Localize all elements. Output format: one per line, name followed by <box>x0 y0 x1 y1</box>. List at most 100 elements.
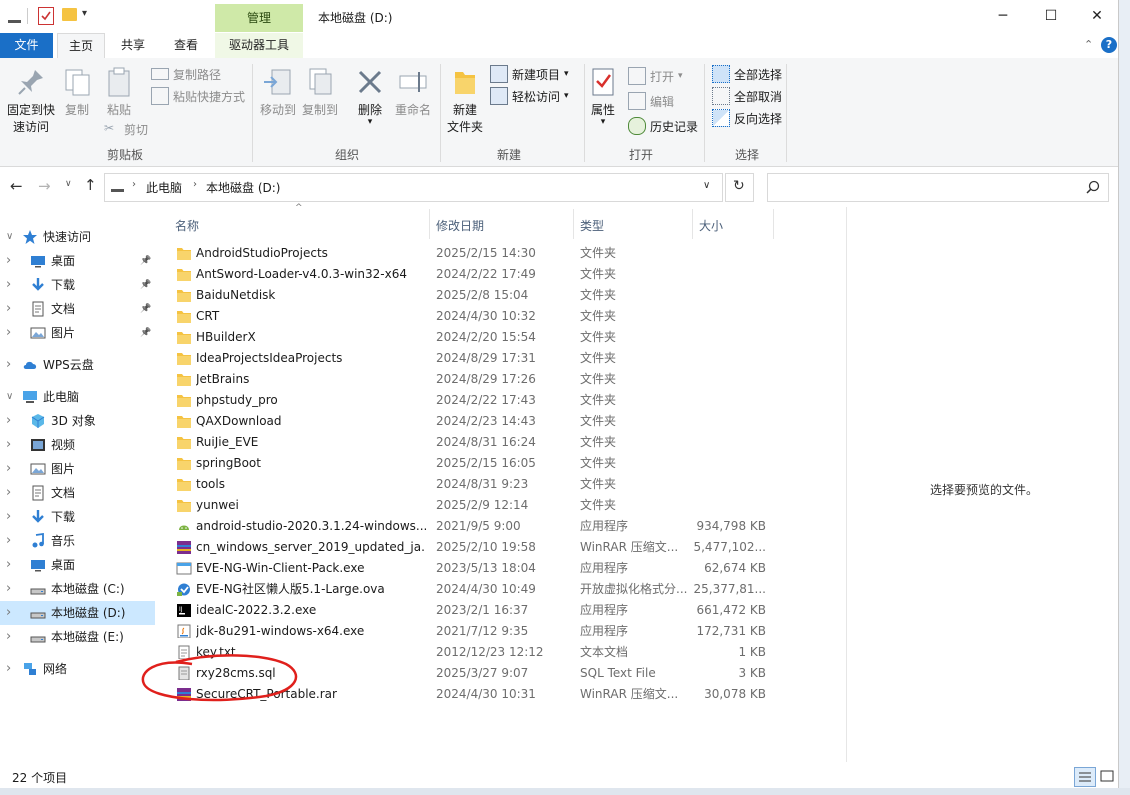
file-row[interactable]: jdk-8u291-windows-x64.exe 2021/7/12 9:35 应… <box>172 621 772 642</box>
properties-button[interactable]: 属性 ▾ <box>588 66 618 127</box>
file-row[interactable]: EVE-NG-Win-Client-Pack.exe 2023/5/13 18:0… <box>172 558 772 579</box>
breadcrumb-this-pc[interactable]: 此电脑 <box>146 179 182 196</box>
forward-arrow-icon[interactable]: → <box>38 177 51 195</box>
minimize-button[interactable]: ─ <box>980 0 1026 32</box>
nav-item[interactable]: › 音乐 <box>0 529 155 553</box>
file-row[interactable]: AntSword-Loader-v4.0.3-win32-x64 2024/2/2… <box>172 264 772 285</box>
file-row[interactable]: IJ idealC-2022.3.2.exe 2023/2/1 16:37 应用程序 6… <box>172 600 772 621</box>
qat-dropdown-icon[interactable]: ▾ <box>82 8 87 19</box>
search-box[interactable] <box>767 173 1109 202</box>
copy-to-button[interactable]: 复制到 <box>300 66 340 118</box>
chevron-right-icon[interactable]: › <box>6 321 11 345</box>
column-size[interactable]: 大小 <box>699 217 723 234</box>
chevron-right-icon[interactable]: › <box>6 657 11 681</box>
invert-selection-button[interactable]: 反向选择 <box>712 108 782 128</box>
divider[interactable] <box>773 209 774 239</box>
back-arrow-icon[interactable]: ← <box>10 177 23 195</box>
details-view-button[interactable] <box>1074 767 1096 787</box>
nav-item[interactable]: › 下载 📌 <box>0 273 155 297</box>
rename-button[interactable]: 重命名 <box>392 66 434 118</box>
tab-home[interactable]: 主页 <box>57 33 105 59</box>
copy-button[interactable]: 复制 <box>62 66 92 118</box>
nav-item[interactable]: › 桌面 <box>0 553 155 577</box>
nav-item[interactable]: › 图片 📌 <box>0 321 155 345</box>
chevron-right-icon[interactable]: › <box>6 481 11 505</box>
nav-item[interactable]: ∨ 此电脑 <box>0 385 155 409</box>
file-row[interactable]: JetBrains 2024/8/29 17:26 文件夹 <box>172 369 772 390</box>
divider[interactable] <box>429 209 430 239</box>
nav-item[interactable]: › 视频 <box>0 433 155 457</box>
file-row[interactable]: yunwei 2025/2/9 12:14 文件夹 <box>172 495 772 516</box>
file-row[interactable]: QAXDownload 2024/2/23 14:43 文件夹 <box>172 411 772 432</box>
column-type[interactable]: 类型 <box>580 217 604 234</box>
chevron-right-icon[interactable]: › <box>6 577 11 601</box>
chevron-right-icon[interactable]: › <box>6 433 11 457</box>
file-row[interactable]: phpstudy_pro 2024/2/22 17:43 文件夹 <box>172 390 772 411</box>
chevron-down-icon[interactable]: ∨ <box>6 225 13 249</box>
file-row[interactable]: EVE-NG社区懒人版5.1-Large.ova 2024/4/30 10:49 开… <box>172 579 772 600</box>
chevron-right-icon[interactable]: › <box>6 249 11 273</box>
divider[interactable] <box>573 209 574 239</box>
nav-item[interactable]: › 图片 <box>0 457 155 481</box>
chevron-right-icon[interactable]: › <box>6 353 11 377</box>
chevron-right-icon[interactable]: › <box>6 625 11 649</box>
file-row[interactable]: cn_windows_server_2019_updated_ja... 2025… <box>172 537 772 558</box>
chevron-right-icon[interactable]: › <box>6 505 11 529</box>
search-input[interactable] <box>772 177 1076 198</box>
chevron-right-icon[interactable]: › <box>6 273 11 297</box>
collapse-ribbon-icon[interactable]: ⌃ <box>1084 38 1093 51</box>
chevron-right-icon[interactable]: › <box>6 601 11 625</box>
file-row[interactable]: AndroidStudioProjects 2025/2/15 14:30 文件夹 <box>172 243 772 264</box>
column-name[interactable]: 名称 <box>175 217 199 234</box>
breadcrumb-drive-d[interactable]: 本地磁盘 (D:) <box>206 179 280 196</box>
chevron-right-icon[interactable]: › <box>6 553 11 577</box>
file-row[interactable]: IdeaProjectsIdeaProjects 2024/8/29 17:31 文… <box>172 348 772 369</box>
file-row[interactable]: CRT 2024/4/30 10:32 文件夹 <box>172 306 772 327</box>
context-tab-manage[interactable]: 管理 <box>215 4 303 32</box>
nav-item[interactable]: › 网络 <box>0 657 155 681</box>
new-folder-button[interactable]: 新建 文件夹 <box>444 66 486 135</box>
open-button[interactable]: 打开 ▾ <box>628 66 683 86</box>
tab-share[interactable]: 共享 <box>110 33 156 58</box>
maximize-button[interactable]: ☐ <box>1028 0 1074 32</box>
new-item-button[interactable]: 新建项目 ▾ <box>490 64 569 84</box>
refresh-button[interactable]: ↻ <box>725 173 754 202</box>
chevron-down-icon[interactable]: ∨ <box>6 385 13 409</box>
paste-button[interactable]: 粘贴 <box>102 66 136 118</box>
nav-item[interactable]: › 3D 对象 <box>0 409 155 433</box>
recent-locations-icon[interactable]: ∨ <box>65 179 72 189</box>
nav-item[interactable]: › 文档 <box>0 481 155 505</box>
delete-button[interactable]: 删除 ▾ <box>352 66 388 127</box>
cut-button[interactable]: ✂ 剪切 <box>104 119 148 139</box>
chevron-right-icon[interactable]: › <box>6 457 11 481</box>
address-bar[interactable]: › 此电脑 › 本地磁盘 (D:) ∨ <box>104 173 723 202</box>
nav-item[interactable]: › 本地磁盘 (C:) <box>0 577 155 601</box>
move-to-button[interactable]: 移动到 <box>258 66 298 118</box>
pin-to-quick-access-button[interactable]: 固定到快 速访问 <box>4 66 58 135</box>
large-icons-view-button[interactable] <box>1098 767 1116 785</box>
chevron-right-icon[interactable]: › <box>6 409 11 433</box>
file-row[interactable]: RuiJie_EVE 2024/8/31 16:24 文件夹 <box>172 432 772 453</box>
close-button[interactable]: ✕ <box>1074 0 1120 32</box>
properties-qat-icon[interactable] <box>38 7 54 25</box>
help-icon[interactable]: ? <box>1101 37 1117 53</box>
paste-shortcut-button[interactable]: 粘贴快捷方式 <box>151 86 245 106</box>
tab-file[interactable]: 文件 <box>0 33 53 58</box>
nav-item[interactable]: › WPS云盘 <box>0 353 155 377</box>
up-arrow-icon[interactable]: ↑ <box>84 176 97 194</box>
tab-drive-tools[interactable]: 驱动器工具 <box>215 33 303 58</box>
nav-item[interactable]: ∨ 快速访问 <box>0 225 155 249</box>
nav-item[interactable]: › 本地磁盘 (E:) <box>0 625 155 649</box>
copy-path-button[interactable]: 复制路径 <box>151 64 221 84</box>
file-row[interactable]: springBoot 2025/2/15 16:05 文件夹 <box>172 453 772 474</box>
edit-button[interactable]: 编辑 <box>628 91 674 111</box>
select-all-button[interactable]: 全部选择 <box>712 64 782 84</box>
address-dropdown-icon[interactable]: ∨ <box>703 180 710 191</box>
select-none-button[interactable]: 全部取消 <box>712 86 782 106</box>
nav-item[interactable]: › 下载 <box>0 505 155 529</box>
column-date[interactable]: 修改日期 <box>436 217 484 234</box>
tab-view[interactable]: 查看 <box>163 33 209 58</box>
nav-item[interactable]: › 桌面 📌 <box>0 249 155 273</box>
file-row[interactable]: tools 2024/8/31 9:23 文件夹 <box>172 474 772 495</box>
file-row[interactable]: BaiduNetdisk 2025/2/8 15:04 文件夹 <box>172 285 772 306</box>
